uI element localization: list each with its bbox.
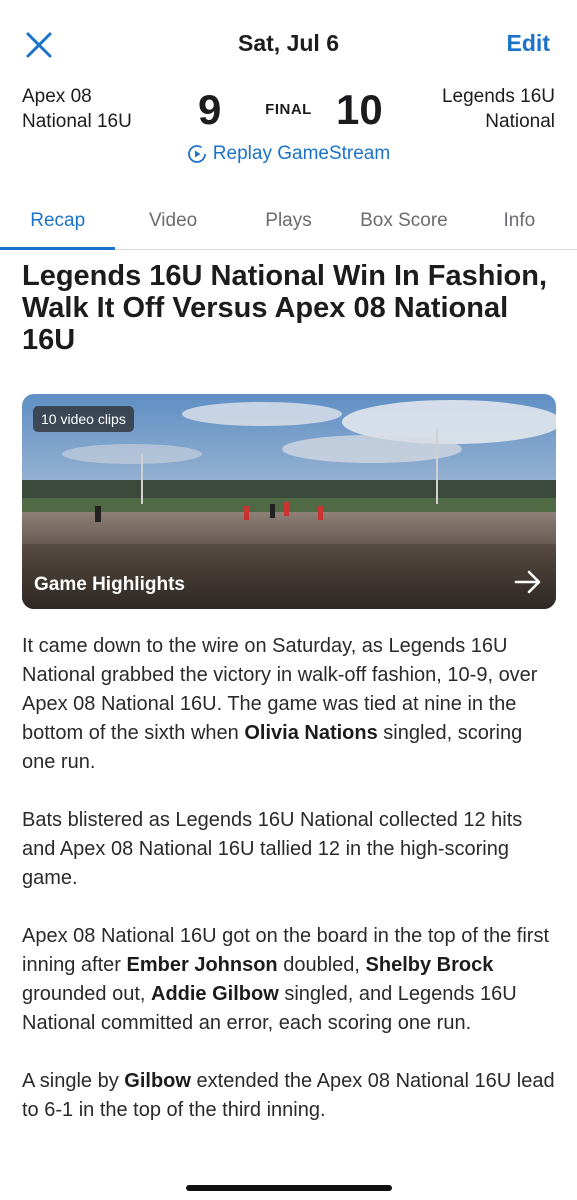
- tab-plays[interactable]: Plays: [231, 196, 346, 249]
- replay-label: Replay GameStream: [212, 143, 391, 164]
- player-name: Olivia Nations: [244, 722, 378, 744]
- player-name: Ember Johnson: [126, 954, 278, 976]
- close-button[interactable]: [24, 30, 54, 60]
- text-span: doubled,: [277, 954, 366, 976]
- text-span: grounded out,: [22, 983, 151, 1005]
- tab-box-score[interactable]: Box Score: [346, 196, 461, 249]
- tab-info[interactable]: Info: [462, 196, 577, 249]
- video-title: Game Highlights: [34, 574, 185, 595]
- tab-recap[interactable]: Recap: [0, 196, 116, 250]
- player-name: Gilbow: [124, 1070, 191, 1092]
- article-body: It came down to the wire on Saturday, as…: [22, 632, 557, 1154]
- scoreboard: Apex 08 National 16U 9 FINAL 10 Legends …: [0, 84, 577, 144]
- tab-bar: Recap Video Plays Box Score Info: [0, 196, 577, 250]
- home-team-name[interactable]: Legends 16U National: [442, 84, 555, 134]
- player-name: Addie Gilbow: [151, 983, 279, 1005]
- player-name: Shelby Brock: [365, 954, 494, 976]
- game-date-title: Sat, Jul 6: [238, 30, 339, 56]
- article-paragraph: A single by Gilbow extended the Apex 08 …: [22, 1067, 557, 1125]
- arrow-right-icon: [514, 570, 541, 594]
- game-recap-screen: Sat, Jul 6 Edit Apex 08 National 16U 9 F…: [0, 0, 577, 1200]
- article-paragraph: Apex 08 National 16U got on the board in…: [22, 922, 557, 1038]
- top-bar: Sat, Jul 6 Edit: [0, 0, 577, 90]
- home-team-line1: Legends 16U: [441, 86, 555, 107]
- replay-icon: [187, 145, 206, 163]
- article-paragraph: Bats blistered as Legends 16U National c…: [22, 809, 523, 889]
- home-team-line2: National: [485, 111, 555, 132]
- tab-video[interactable]: Video: [115, 196, 230, 249]
- close-icon: [26, 32, 52, 58]
- edit-button[interactable]: Edit: [507, 30, 550, 57]
- article-headline: Legends 16U National Win In Fashion, Wal…: [22, 260, 548, 356]
- text-span: A single by: [22, 1070, 125, 1092]
- home-score: 10: [336, 86, 383, 133]
- home-indicator[interactable]: [186, 1185, 392, 1191]
- video-clip-count-badge: 10 video clips: [33, 406, 134, 432]
- game-highlights-video-card[interactable]: 10 video clips Game Highlights: [22, 394, 556, 609]
- replay-gamestream-link[interactable]: Replay GameStream: [0, 143, 577, 165]
- article-paragraph: It came down to the wire on Saturday, as…: [22, 632, 557, 777]
